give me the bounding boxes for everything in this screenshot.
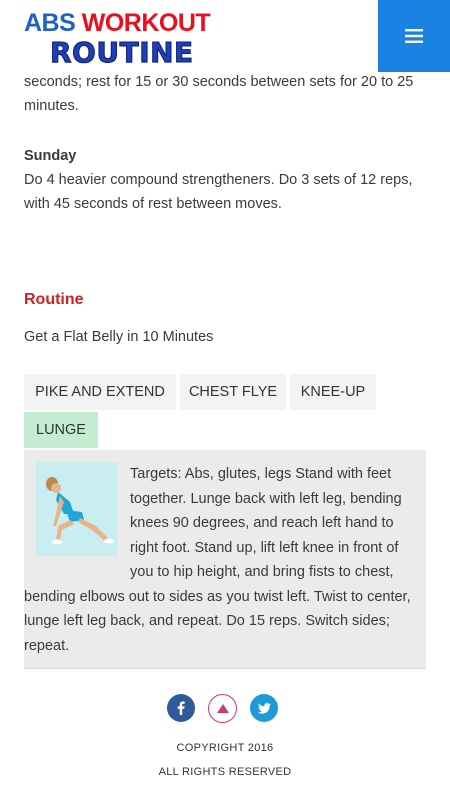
routine-heading: Routine xyxy=(24,291,84,308)
scroll-to-top-button[interactable] xyxy=(208,694,237,723)
copyright-line-2: ALL RIGHTS RESERVED xyxy=(158,766,292,778)
hamburger-menu-icon xyxy=(405,29,423,43)
tab-knee-up[interactable]: KNEE-UP xyxy=(290,374,376,410)
site-header: ABS WORKOUT ROUTINE xyxy=(0,0,450,72)
logo-title-line1: ABS WORKOUT xyxy=(24,8,211,38)
site-logo[interactable]: ABS WORKOUT ROUTINE xyxy=(24,8,214,72)
twitter-icon xyxy=(257,702,271,714)
logo-workout-text: WORKOUT xyxy=(81,9,211,37)
exercise-description-wrap: Targets: Abs, glutes, legs Stand with fe… xyxy=(24,462,414,658)
logo-abs-text: ABS xyxy=(24,9,76,37)
copyright-line-1: COPYRIGHT 2016 xyxy=(176,742,274,754)
facebook-button[interactable] xyxy=(167,694,195,722)
logo-routine-text: ROUTINE xyxy=(50,36,194,70)
sunday-heading: Sunday xyxy=(24,148,77,164)
facebook-icon xyxy=(177,701,185,715)
twitter-button[interactable] xyxy=(250,694,278,722)
menu-button[interactable] xyxy=(378,0,450,72)
routine-subtitle: Get a Flat Belly in 10 Minutes xyxy=(24,329,214,345)
sunday-text: Do 4 heavier compound strengtheners. Do … xyxy=(24,172,413,212)
article-paragraph: seconds; rest for 15 or 30 seconds betwe… xyxy=(24,74,414,114)
exercise-panel: Targets: Abs, glutes, legs Stand with fe… xyxy=(24,450,426,669)
tab-pike-and-extend[interactable]: PIKE AND EXTEND xyxy=(24,374,176,410)
tab-chest-flye[interactable]: CHEST FLYE xyxy=(180,374,286,410)
tab-lunge[interactable]: LUNGE xyxy=(24,412,98,448)
scroll-to-top-icon xyxy=(216,704,229,713)
